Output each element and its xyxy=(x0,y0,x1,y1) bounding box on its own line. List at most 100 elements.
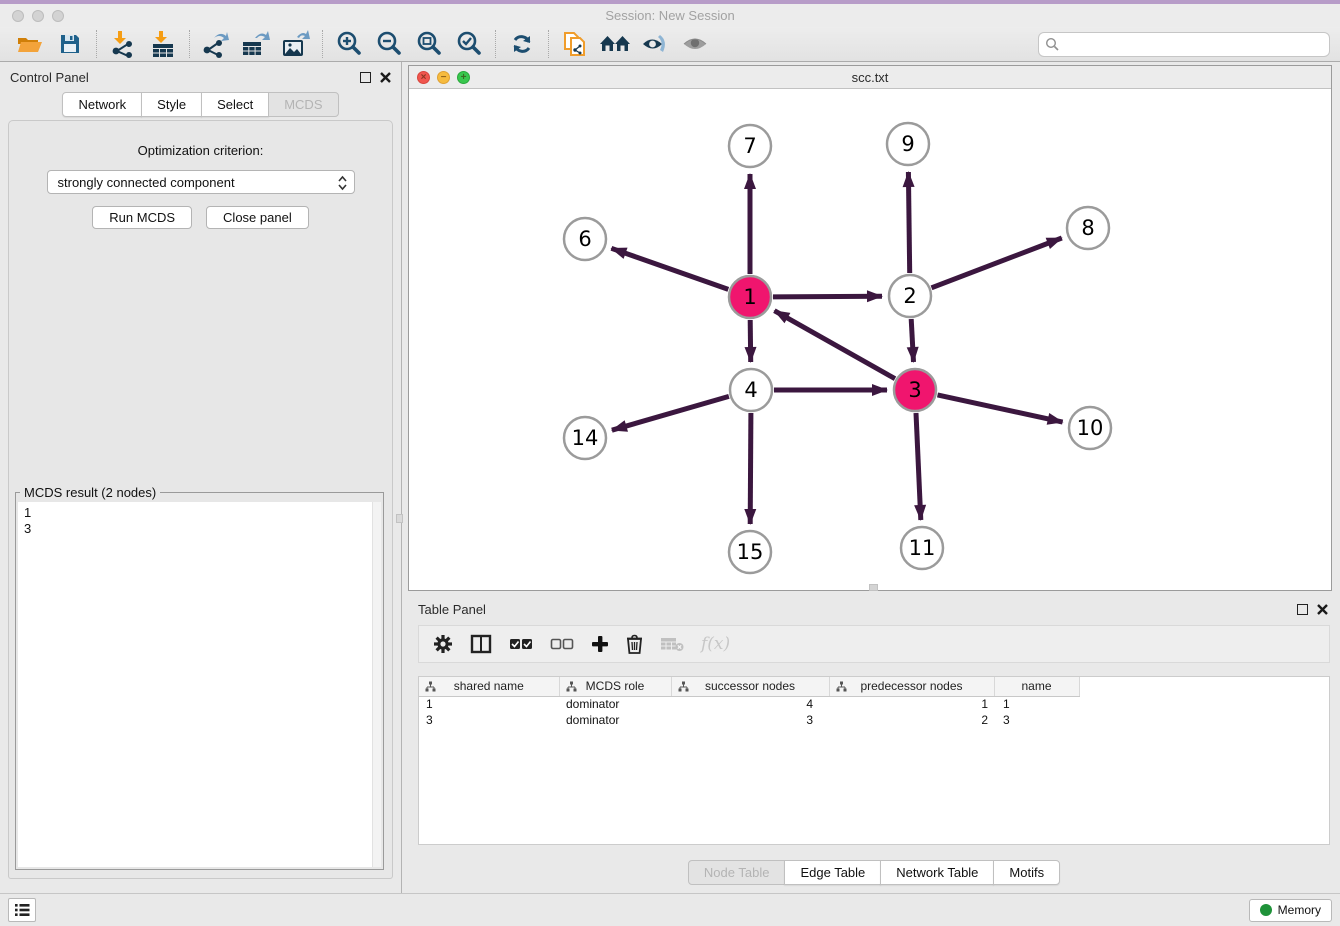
table-cell[interactable]: 4 xyxy=(671,696,829,712)
open-session-button[interactable] xyxy=(10,29,50,59)
control-panel: Control Panel NetworkStyleSelectMCDS Opt… xyxy=(0,62,402,893)
refresh-button[interactable] xyxy=(502,29,542,59)
tab-mcds[interactable]: MCDS xyxy=(268,92,338,117)
memory-label: Memory xyxy=(1278,903,1321,917)
graph-node-7[interactable]: 7 xyxy=(729,125,771,167)
graph-node-1[interactable]: 1 xyxy=(729,276,771,318)
column-header-successor-nodes[interactable]: successor nodes xyxy=(671,677,829,696)
memory-button[interactable]: Memory xyxy=(1249,899,1332,922)
column-header-predecessor-nodes[interactable]: predecessor nodes xyxy=(829,677,994,696)
column-header-label: name xyxy=(1021,679,1051,693)
table-tab-node-table[interactable]: Node Table xyxy=(688,860,786,885)
table-row[interactable]: 1dominator411 xyxy=(419,696,1079,712)
delete-table-button xyxy=(660,636,684,652)
zoom-out-button[interactable] xyxy=(369,29,409,59)
zoom-in-button[interactable] xyxy=(329,29,369,59)
graph-node-2[interactable]: 2 xyxy=(889,275,931,317)
graph-edge-1-4[interactable] xyxy=(750,320,751,362)
export-network-button[interactable] xyxy=(196,29,236,59)
table-row[interactable]: 3dominator323 xyxy=(419,712,1079,728)
clone-network-icon xyxy=(561,29,589,59)
task-history-button[interactable] xyxy=(8,898,36,922)
graph-edge-2-8[interactable] xyxy=(932,238,1062,288)
graph-edge-3-1[interactable] xyxy=(774,311,895,379)
clone-network-button[interactable] xyxy=(555,29,595,59)
network-canvas[interactable]: 7 9 6 8 1 2 4 3 14 10 15 11 xyxy=(409,89,1331,590)
attribute-icon xyxy=(678,681,689,692)
table-cell[interactable]: 1 xyxy=(419,696,559,712)
table-cell[interactable]: dominator xyxy=(559,712,671,728)
node-label: 1 xyxy=(743,285,756,309)
table-cell[interactable]: dominator xyxy=(559,696,671,712)
table-cell[interactable]: 3 xyxy=(671,712,829,728)
column-header-label: predecessor nodes xyxy=(860,679,962,693)
mcds-result-scrollbar[interactable] xyxy=(372,502,381,867)
network-view-window: scc.txt 7 9 6 8 1 2 4 3 14 10 15 11 xyxy=(408,65,1332,591)
close-panel-icon[interactable] xyxy=(380,72,391,83)
horizontal-splitter-handle[interactable] xyxy=(869,584,878,591)
node-table-header-row: shared nameMCDS rolesuccessor nodes prede… xyxy=(419,677,1079,696)
graph-edge-1-2[interactable] xyxy=(773,296,882,297)
network-graph: 7 9 6 8 1 2 4 3 14 10 15 11 xyxy=(409,89,1331,590)
float-panel-icon[interactable] xyxy=(360,72,371,83)
table-cell[interactable]: 3 xyxy=(994,712,1079,728)
graph-edge-2-9[interactable] xyxy=(908,172,909,273)
table-tab-motifs[interactable]: Motifs xyxy=(993,860,1060,885)
graph-node-15[interactable]: 15 xyxy=(729,531,771,573)
graph-edge-3-10[interactable] xyxy=(938,395,1063,422)
zoom-fit-button[interactable] xyxy=(409,29,449,59)
search-input[interactable] xyxy=(1038,32,1330,57)
delete-row-button[interactable] xyxy=(626,634,643,654)
column-header-mcds-role[interactable]: MCDS role xyxy=(559,677,671,696)
vertical-splitter-handle[interactable] xyxy=(396,514,403,523)
graph-node-10[interactable]: 10 xyxy=(1069,407,1111,449)
network-window-titlebar[interactable]: scc.txt xyxy=(409,66,1331,89)
node-table[interactable]: shared nameMCDS rolesuccessor nodes prede… xyxy=(418,676,1330,845)
table-cell[interactable]: 1 xyxy=(994,696,1079,712)
table-tab-network-table[interactable]: Network Table xyxy=(880,860,994,885)
graph-edge-2-3[interactable] xyxy=(911,319,913,362)
tab-network[interactable]: Network xyxy=(62,92,142,117)
table-options-button[interactable] xyxy=(433,634,453,654)
export-table-button[interactable] xyxy=(236,29,276,59)
column-header-name[interactable]: name xyxy=(994,677,1079,696)
graph-node-4[interactable]: 4 xyxy=(730,369,772,411)
import-table-button[interactable] xyxy=(143,29,183,59)
unselect-all-button[interactable] xyxy=(550,637,574,651)
table-cell[interactable]: 2 xyxy=(829,712,994,728)
graph-node-9[interactable]: 9 xyxy=(887,123,929,165)
graph-edge-4-15[interactable] xyxy=(750,413,751,524)
graph-node-14[interactable]: 14 xyxy=(564,417,606,459)
export-image-button[interactable] xyxy=(276,29,316,59)
add-row-button[interactable] xyxy=(591,635,609,653)
graph-node-11[interactable]: 11 xyxy=(901,527,943,569)
save-session-button[interactable] xyxy=(50,29,90,59)
table-cell[interactable]: 1 xyxy=(829,696,994,712)
table-cell[interactable]: 3 xyxy=(419,712,559,728)
tab-style[interactable]: Style xyxy=(141,92,202,117)
run-mcds-button[interactable]: Run MCDS xyxy=(92,206,192,229)
graph-node-8[interactable]: 8 xyxy=(1067,207,1109,249)
graph-edge-3-11[interactable] xyxy=(916,413,921,520)
optimization-criterion-dropdown[interactable]: strongly connected component xyxy=(47,170,355,194)
toolbar-separator xyxy=(548,30,549,58)
show-all-button[interactable] xyxy=(675,29,715,59)
import-network-button[interactable] xyxy=(103,29,143,59)
column-header-shared-name[interactable]: shared name xyxy=(419,677,559,696)
column-visibility-button[interactable] xyxy=(470,634,492,654)
graph-edge-4-14[interactable] xyxy=(612,396,729,430)
hide-selected-button[interactable] xyxy=(635,29,675,59)
graph-node-6[interactable]: 6 xyxy=(564,218,606,260)
home-button[interactable] xyxy=(595,29,635,59)
close-table-panel-icon[interactable] xyxy=(1317,604,1328,615)
mcds-result-text[interactable]: 13 xyxy=(18,502,381,867)
select-all-button[interactable] xyxy=(509,637,533,651)
graph-node-3[interactable]: 3 xyxy=(894,369,936,411)
tab-select[interactable]: Select xyxy=(201,92,269,117)
toolbar-separator xyxy=(189,30,190,58)
close-panel-button[interactable]: Close panel xyxy=(206,206,309,229)
zoom-selected-button[interactable] xyxy=(449,29,489,59)
table-tab-edge-table[interactable]: Edge Table xyxy=(784,860,881,885)
graph-edge-1-6[interactable] xyxy=(611,248,728,289)
float-table-panel-icon[interactable] xyxy=(1297,604,1308,615)
